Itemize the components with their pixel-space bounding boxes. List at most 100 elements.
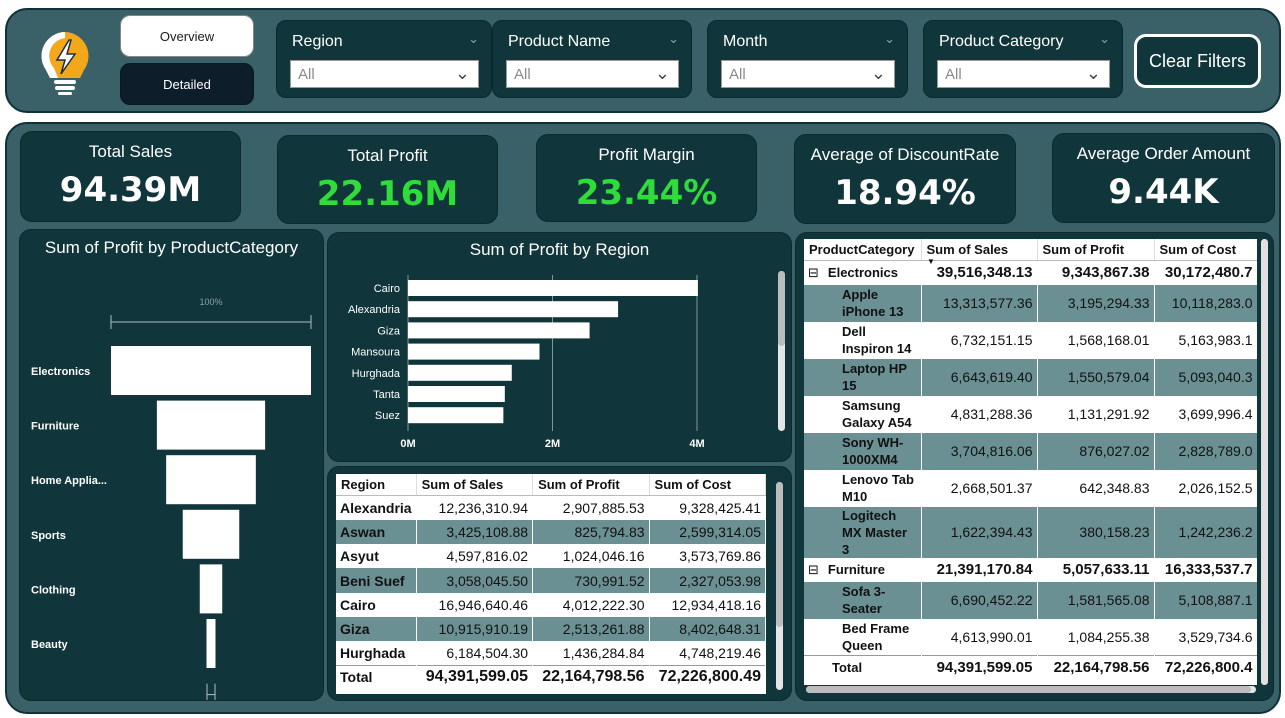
table-row[interactable]: Dell Inspiron 14 6,732,151.15 1,568,168.01… bbox=[804, 321, 1257, 359]
column-header[interactable]: Sum of Cost bbox=[649, 474, 766, 496]
table-row[interactable]: Alexandria 12,236,310.94 2,907,885.53 9,328… bbox=[336, 495, 766, 520]
kpi-title: Average Order Amount bbox=[1076, 144, 1251, 163]
table-row[interactable]: Logitech MX Master 3 1,622,394.43 380,158.… bbox=[804, 506, 1257, 558]
value-cell: 2,668,501.37 bbox=[921, 469, 1038, 507]
region-table: Region Sum of Sales Sum of Profit Sum of… bbox=[336, 474, 766, 694]
x-tick-label: 4M bbox=[689, 438, 704, 450]
funnel-bar[interactable] bbox=[156, 400, 266, 450]
value-cell: 4,613,990.01 bbox=[921, 618, 1038, 656]
scrollbar-thumb[interactable] bbox=[806, 686, 1251, 693]
funnel-bar[interactable] bbox=[182, 509, 240, 559]
column-header[interactable]: Sum of Profit bbox=[532, 474, 650, 496]
table-row[interactable]: Laptop HP 15 6,643,619.40 1,550,579.04 5,09… bbox=[804, 358, 1257, 396]
overview-button[interactable]: Overview bbox=[120, 15, 254, 57]
total-cell: Total bbox=[336, 665, 417, 688]
region-dropdown[interactable]: All ⌄ bbox=[290, 60, 479, 88]
sort-desc-icon[interactable]: ▼ bbox=[927, 257, 935, 266]
value-cell: 12,236,310.94 bbox=[416, 495, 534, 520]
month-slicer: Month ⌄ All ⌄ bbox=[707, 20, 908, 98]
value-cell: 2,513,261.88 bbox=[532, 616, 650, 642]
value-cell: 4,012,222.30 bbox=[532, 592, 650, 617]
funnel-bar[interactable] bbox=[199, 564, 223, 614]
value-cell: 3,058,045.50 bbox=[416, 568, 534, 593]
product-category-dropdown[interactable]: All ⌄ bbox=[937, 60, 1110, 88]
total-cell: 22,164,798.56 bbox=[532, 665, 650, 688]
value-cell: 2,599,314.05 bbox=[649, 519, 766, 545]
clear-filters-button[interactable]: Clear Filters bbox=[1134, 34, 1261, 88]
product-cell: Laptop HP 15 bbox=[804, 358, 922, 396]
group-row[interactable]: ⊟ Furniture 21,391,170.84 5,057,633.11 16,33… bbox=[804, 557, 1257, 582]
chevron-down-icon[interactable]: ⌄ bbox=[668, 31, 679, 47]
table-scrollbar-vertical[interactable] bbox=[1261, 239, 1268, 685]
kpi-avg-discount: Average of DiscountRate 18.94% bbox=[794, 134, 1016, 224]
region-bar[interactable] bbox=[408, 364, 512, 381]
funnel-bar[interactable] bbox=[166, 455, 256, 505]
dropdown-value: All bbox=[298, 65, 315, 83]
chevron-down-icon[interactable]: ⌄ bbox=[468, 31, 479, 47]
collapse-icon[interactable]: ⊟ bbox=[808, 265, 819, 280]
table-row[interactable]: Sony WH-1000XM4 3,704,816.06 876,027.02 2,8… bbox=[804, 432, 1257, 470]
value-cell: 1,622,394.43 bbox=[921, 506, 1038, 558]
table-scrollbar[interactable] bbox=[776, 482, 783, 690]
table-row[interactable]: Lenovo Tab M10 2,668,501.37 642,348.83 2,02… bbox=[804, 469, 1257, 507]
region-cell: Cairo bbox=[336, 592, 417, 617]
region-bar[interactable] bbox=[408, 301, 619, 318]
scrollbar-thumb[interactable] bbox=[1261, 239, 1268, 685]
table-scrollbar-horizontal[interactable] bbox=[806, 686, 1256, 693]
region-cell: Alexandria bbox=[336, 495, 417, 520]
month-dropdown[interactable]: All ⌄ bbox=[721, 60, 895, 88]
column-header[interactable]: Sum of Sales bbox=[416, 474, 534, 496]
funnel-bar[interactable] bbox=[206, 619, 216, 668]
collapse-icon[interactable]: ⊟ bbox=[808, 562, 819, 577]
table-row[interactable]: Giza 10,915,910.19 2,513,261.88 8,402,648.3… bbox=[336, 616, 766, 642]
detailed-button[interactable]: Detailed bbox=[120, 63, 254, 105]
product-cell: Sony WH-1000XM4 bbox=[804, 432, 922, 470]
column-header[interactable]: Sum of Profit bbox=[1037, 239, 1155, 261]
funnel-category-label: Clothing bbox=[31, 584, 76, 596]
value-cell: 3,195,294.33 bbox=[1037, 284, 1155, 322]
chevron-down-icon[interactable]: ⌄ bbox=[1099, 31, 1110, 47]
table-row[interactable]: Sofa 3-Seater 6,690,452.22 1,581,565.08 5,1… bbox=[804, 581, 1257, 619]
column-header[interactable]: ProductCategory bbox=[804, 239, 922, 261]
region-bar[interactable] bbox=[408, 386, 505, 402]
group-cell: ⊟ Furniture bbox=[804, 557, 922, 582]
table-row[interactable]: Hurghada 6,184,504.30 1,436,284.84 4,748,21… bbox=[336, 641, 766, 666]
value-cell: 825,794.83 bbox=[532, 519, 650, 545]
chart-scrollbar[interactable] bbox=[778, 271, 785, 431]
value-cell: 4,831,288.36 bbox=[921, 395, 1038, 433]
total-row: Total 94,391,599.05 22,164,798.56 72,226,80… bbox=[336, 665, 766, 688]
group-row[interactable]: ⊟ Electronics 39,516,348.13 9,343,867.38 30,… bbox=[804, 260, 1257, 285]
region-bar[interactable] bbox=[408, 407, 504, 424]
product-name-dropdown[interactable]: All ⌄ bbox=[506, 60, 679, 88]
column-header[interactable]: Sum of Cost bbox=[1154, 239, 1257, 261]
chevron-down-icon: ⌄ bbox=[1085, 63, 1101, 83]
value-cell: 8,402,648.31 bbox=[649, 616, 766, 642]
product-cell: Dell Inspiron 14 bbox=[804, 321, 922, 359]
value-cell: 9,343,867.38 bbox=[1037, 260, 1155, 285]
table-row[interactable]: Apple iPhone 13 13,313,577.36 3,195,294.33… bbox=[804, 284, 1257, 322]
column-header[interactable]: Region bbox=[336, 474, 417, 496]
table-row[interactable]: Bed Frame Queen 4,613,990.01 1,084,255.38 3… bbox=[804, 618, 1257, 656]
funnel-category-label: Furniture bbox=[31, 421, 79, 433]
kpi-avg-order: Average Order Amount 9.44K bbox=[1052, 133, 1275, 223]
table-row[interactable]: Samsung Galaxy A54 4,831,288.36 1,131,291.… bbox=[804, 395, 1257, 433]
value-cell: 1,581,565.08 bbox=[1037, 581, 1155, 619]
scrollbar-thumb[interactable] bbox=[776, 482, 783, 627]
scrollbar-thumb[interactable] bbox=[778, 271, 785, 346]
table-row[interactable]: Beni Suef 3,058,045.50 730,991.52 2,327,053… bbox=[336, 568, 766, 593]
total-cell: Total bbox=[804, 655, 922, 680]
table-row[interactable]: Aswan 3,425,108.88 825,794.83 2,599,314.05 bbox=[336, 519, 766, 545]
value-cell: 1,550,579.04 bbox=[1037, 358, 1155, 396]
product-cell: Apple iPhone 13 bbox=[804, 284, 922, 322]
funnel-top-label: 100% bbox=[199, 297, 222, 307]
table-row[interactable]: Asyut 4,597,816.02 1,024,046.16 3,573,769.8… bbox=[336, 544, 766, 569]
y-category-label: Alexandria bbox=[348, 304, 401, 316]
funnel-bar[interactable] bbox=[111, 346, 311, 395]
product-cell: Sofa 3-Seater bbox=[804, 581, 922, 619]
column-header[interactable]: Sum of Sales bbox=[921, 239, 1038, 261]
chevron-down-icon[interactable]: ⌄ bbox=[884, 31, 895, 47]
table-row[interactable]: Cairo 16,946,640.46 4,012,222.30 12,934,418… bbox=[336, 592, 766, 617]
region-bar[interactable] bbox=[408, 322, 590, 339]
region-bar[interactable] bbox=[408, 280, 698, 296]
region-bar[interactable] bbox=[408, 343, 540, 360]
